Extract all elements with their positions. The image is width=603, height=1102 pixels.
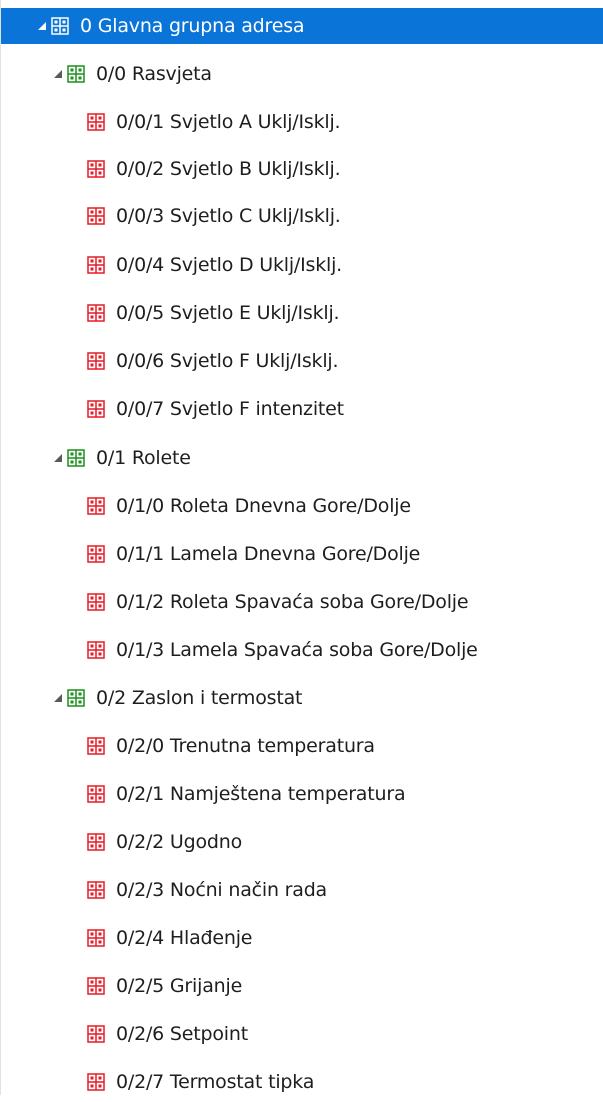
group-address-red-icon [87,545,105,563]
tree-item-row[interactable]: 0/2/6 Setpoint [1,1014,603,1054]
group-address-red-icon [87,160,105,178]
tree-group-row-2[interactable]: 0/2 Zaslon i termostat [1,678,603,718]
group-address-red-icon [87,881,105,899]
tree-item-label: 0/1/0 Roleta Dnevna Gore/Dolje [116,495,411,517]
expand-collapse-icon[interactable] [33,17,51,35]
tree-item-row[interactable]: 0/1/0 Roleta Dnevna Gore/Dolje [1,486,603,526]
tree-group-label: 0/1 Rolete [96,447,191,469]
tree-group-row-1[interactable]: 0/1 Rolete [1,438,603,478]
group-address-red-icon [87,737,105,755]
group-address-red-icon [87,929,105,947]
tree-item-row[interactable]: 0/2/1 Namještena temperatura [1,774,603,814]
tree-item-row[interactable]: 0/0/7 Svjetlo F intenzitet [1,389,603,429]
group-address-blue-icon [51,17,69,35]
group-address-red-icon [87,256,105,274]
group-address-green-icon [67,449,85,467]
tree-item-row[interactable]: 0/0/4 Svjetlo D Uklj/Isklj. [1,245,603,285]
tree-item-label: 0/2/2 Ugodno [116,831,243,853]
group-address-green-icon [67,65,85,83]
tree-item-row[interactable]: 0/2/0 Trenutna temperatura [1,726,603,766]
tree-item-label: 0/0/2 Svjetlo B Uklj/Isklj. [116,158,341,180]
tree-item-label: 0/2/3 Noćni način rada [116,879,328,901]
tree-item-row[interactable]: 0/2/2 Ugodno [1,822,603,862]
tree-item-label: 0/2/5 Grijanje [116,975,243,997]
group-address-red-icon [87,977,105,995]
group-address-red-icon [87,497,105,515]
tree-item-label: 0/1/1 Lamela Dnevna Gore/Dolje [116,543,421,565]
tree-item-row[interactable]: 0/0/2 Svjetlo B Uklj/Isklj. [1,149,603,189]
group-address-red-icon [87,400,105,418]
tree-item-label: 0/0/7 Svjetlo F intenzitet [116,398,344,420]
group-address-red-icon [87,113,105,131]
tree-item-label: 0/2/4 Hlađenje [116,927,253,949]
tree-item-label: 0/0/6 Svjetlo F Uklj/Isklj. [116,350,339,372]
expand-collapse-icon[interactable] [49,689,67,707]
tree-item-row[interactable]: 0/2/3 Noćni način rada [1,870,603,910]
group-address-red-icon [87,593,105,611]
tree-group-label: 0/0 Rasvjeta [96,63,212,85]
tree-item-label: 0/2/1 Namještena temperatura [116,783,406,805]
tree-item-row[interactable]: 0/0/6 Svjetlo F Uklj/Isklj. [1,341,603,381]
tree-item-label: 0/1/2 Roleta Spavaća soba Gore/Dolje [116,591,469,613]
tree-item-label: 0/2/7 Termostat tipka [116,1071,315,1093]
group-address-tree: 0 Glavna grupna adresa 0/0 Rasvjeta 0/0/… [0,0,603,1095]
tree-item-label: 0/2/0 Trenutna temperatura [116,735,375,757]
tree-root-row[interactable]: 0 Glavna grupna adresa [1,8,603,44]
tree-item-row[interactable]: 0/0/1 Svjetlo A Uklj/Isklj. [1,102,603,142]
group-address-red-icon [87,304,105,322]
group-address-red-icon [87,833,105,851]
tree-item-label: 0/0/1 Svjetlo A Uklj/Isklj. [116,111,341,133]
expand-collapse-icon[interactable] [49,449,67,467]
group-address-green-icon [67,689,85,707]
tree-item-row[interactable]: 0/1/1 Lamela Dnevna Gore/Dolje [1,534,603,574]
tree-item-row[interactable]: 0/2/4 Hlađenje [1,918,603,958]
tree-item-label: 0/2/6 Setpoint [116,1023,248,1045]
tree-group-label: 0/2 Zaslon i termostat [96,687,303,709]
tree-item-label: 0/0/4 Svjetlo D Uklj/Isklj. [116,254,343,276]
group-address-red-icon [87,641,105,659]
group-address-red-icon [87,352,105,370]
group-address-red-icon [87,1073,105,1091]
tree-item-row[interactable]: 0/1/2 Roleta Spavaća soba Gore/Dolje [1,582,603,622]
tree-item-row[interactable]: 0/0/5 Svjetlo E Uklj/Isklj. [1,293,603,333]
tree-root-label: 0 Glavna grupna adresa [80,15,305,37]
group-address-red-icon [87,207,105,225]
tree-item-row[interactable]: 0/2/5 Grijanje [1,966,603,1006]
tree-item-row[interactable]: 0/2/7 Termostat tipka [1,1062,603,1102]
tree-item-row[interactable]: 0/1/3 Lamela Spavaća soba Gore/Dolje [1,630,603,670]
tree-item-label: 0/0/5 Svjetlo E Uklj/Isklj. [116,302,340,324]
tree-group-row-0[interactable]: 0/0 Rasvjeta [1,54,603,94]
tree-item-label: 0/1/3 Lamela Spavaća soba Gore/Dolje [116,639,478,661]
group-address-red-icon [87,1025,105,1043]
tree-item-label: 0/0/3 Svjetlo C Uklj/Isklj. [116,205,341,227]
expand-collapse-icon[interactable] [49,65,67,83]
tree-item-row[interactable]: 0/0/3 Svjetlo C Uklj/Isklj. [1,196,603,236]
group-address-red-icon [87,785,105,803]
